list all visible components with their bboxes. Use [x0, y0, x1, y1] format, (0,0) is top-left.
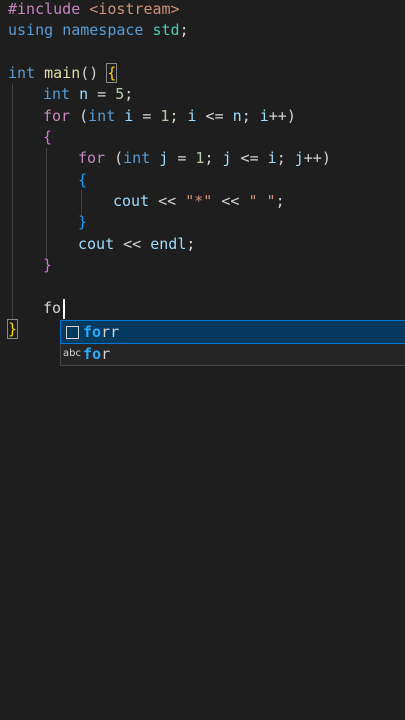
- code-line-12: cout << endl;: [78, 235, 196, 253]
- code-line-4: int main() {: [8, 63, 118, 83]
- autocomplete-suggestions[interactable]: forr abc for: [60, 320, 405, 366]
- include-directive: #include: [8, 0, 81, 18]
- code-line-6: for (int i = 1; i <= n; i++): [43, 107, 296, 125]
- close-brace-main: }: [6, 319, 19, 339]
- keyword-using: using: [8, 21, 54, 39]
- code-line-10: cout << "*" << " ";: [113, 192, 285, 210]
- header-name: <iostream>: [89, 0, 180, 18]
- code-editor[interactable]: #include <iostream> using namespace std;…: [0, 0, 405, 720]
- code-line-15[interactable]: fo: [43, 298, 61, 319]
- suggestion-label: for: [83, 345, 111, 363]
- indent-guide: [46, 148, 47, 258]
- suggestion-label: forr: [83, 323, 120, 341]
- suggestion-for[interactable]: abc for: [61, 343, 405, 365]
- keyword-namespace: namespace: [62, 21, 144, 39]
- code-line-8: for (int j = 1; j <= i; j++): [78, 149, 331, 167]
- snippet-icon: [61, 325, 83, 339]
- code-line-9: {: [78, 171, 88, 189]
- code-line-16: }: [6, 319, 19, 340]
- namespace-name: std: [152, 21, 180, 39]
- text-cursor: [63, 299, 65, 319]
- typed-text: fo: [43, 299, 62, 317]
- text-word-icon: abc: [63, 348, 81, 359]
- code-line-2: using namespace std;: [8, 21, 189, 39]
- code-line-5: int n = 5;: [43, 85, 134, 103]
- code-line-13: }: [43, 256, 53, 274]
- code-line-11: }: [78, 213, 88, 231]
- type-int: int: [8, 64, 36, 82]
- indent-guide: [12, 84, 13, 320]
- function-name: main: [44, 64, 81, 82]
- suggestion-forr[interactable]: forr: [60, 320, 405, 344]
- code-line-1: #include <iostream>: [8, 0, 180, 20]
- code-line-7: {: [43, 128, 53, 146]
- open-brace-main: {: [106, 63, 118, 83]
